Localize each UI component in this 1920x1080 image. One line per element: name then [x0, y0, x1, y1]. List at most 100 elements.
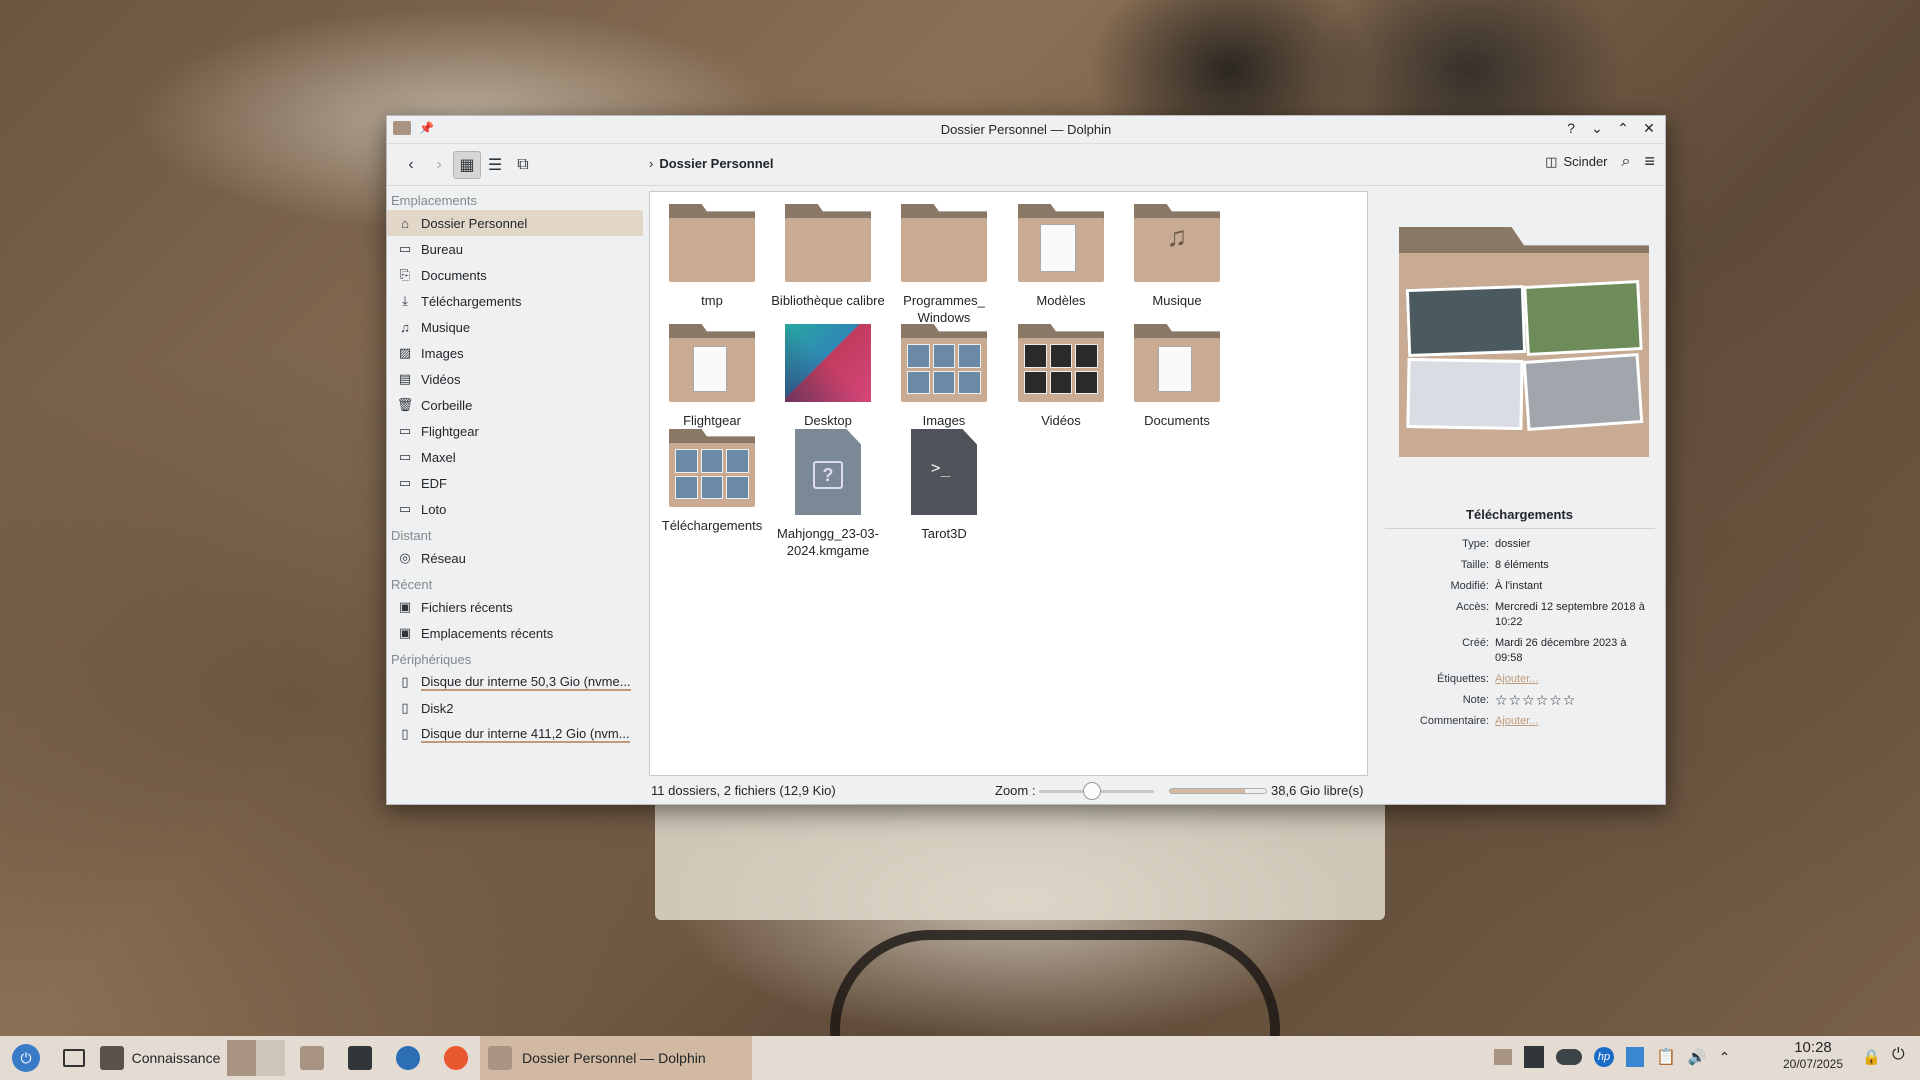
- info-value[interactable]: Ajouter...: [1495, 672, 1655, 687]
- forward-button[interactable]: ›: [425, 151, 453, 179]
- sidebar-item-label: Loto: [421, 501, 447, 517]
- folder-icon: [669, 429, 755, 507]
- rating-stars[interactable]: ☆☆☆☆☆☆: [1495, 693, 1655, 708]
- image-thumbnail: [785, 324, 871, 402]
- weather-cloud-icon[interactable]: [1556, 1049, 1582, 1065]
- sidebar-item[interactable]: ⌂ Dossier Personnel: [387, 210, 643, 236]
- info-row: Modifié: À l'instant: [1377, 579, 1662, 594]
- app-launcher-button[interactable]: ⏻: [0, 1036, 52, 1080]
- sidebar-item-label: Images: [421, 345, 464, 361]
- sidebar-item-label: Dossier Personnel: [421, 215, 528, 231]
- info-row: Type: dossier: [1377, 537, 1662, 552]
- file-item[interactable]: ♫ Musique: [1107, 204, 1247, 309]
- sidebar-item[interactable]: ▯ Disque dur interne 411,2 Gio (nvm...: [387, 721, 643, 747]
- discover-launcher[interactable]: [384, 1036, 432, 1080]
- help-icon[interactable]: ?: [1563, 120, 1579, 137]
- sidebar-item[interactable]: ▭ Flightgear: [387, 418, 643, 444]
- info-properties: Type: dossier Taille: 8 éléments Modifié: À l…: [1377, 537, 1662, 735]
- unknown-file-icon: ?: [795, 429, 861, 515]
- folder-tray-icon[interactable]: [1494, 1049, 1512, 1065]
- sidebar-item[interactable]: ⤓ Téléchargements: [387, 288, 643, 314]
- details-view-button[interactable]: ☰: [481, 151, 509, 179]
- sidebar-item[interactable]: ◎ Réseau: [387, 545, 643, 571]
- breadcrumb[interactable]: › Dossier Personnel: [649, 156, 774, 171]
- info-row: Accès: Mercredi 12 septembre 2018 à 10:22: [1377, 600, 1662, 630]
- sidebar-item[interactable]: ▯ Disque dur interne 50,3 Gio (nvme...: [387, 669, 643, 695]
- document-page-icon: [1158, 346, 1192, 392]
- search-icon[interactable]: ⌕: [1622, 153, 1631, 171]
- taskbar-item-dolphin[interactable]: Dossier Personnel — Dolphin: [480, 1036, 752, 1080]
- sidebar-item[interactable]: ⎘ Documents: [387, 262, 643, 288]
- icons-view-button[interactable]: ▦: [453, 150, 481, 179]
- info-row: Note: ☆☆☆☆☆☆: [1377, 693, 1662, 708]
- documents-icon: ⎘: [399, 267, 411, 282]
- sidebar-item[interactable]: ▨ Images: [387, 340, 643, 366]
- sidebar-item[interactable]: ▭ Bureau: [387, 236, 643, 262]
- desktop-icon: ▭: [398, 241, 412, 256]
- sidebar-item-label: Disque dur interne 50,3 Gio (nvme...: [421, 673, 631, 691]
- back-button[interactable]: ‹: [397, 151, 425, 179]
- drive-icon: ▯: [401, 700, 409, 715]
- file-item[interactable]: Documents: [1107, 324, 1247, 429]
- pin-icon[interactable]: 📌: [419, 121, 434, 135]
- folder-icon: [901, 204, 987, 282]
- lock-icon[interactable]: 🔒: [1862, 1048, 1881, 1066]
- minimize-icon[interactable]: ⌄: [1589, 120, 1605, 137]
- zoom-slider-handle[interactable]: [1083, 782, 1101, 800]
- show-desktop-button[interactable]: [52, 1036, 96, 1080]
- info-row: Taille: 8 éléments: [1377, 558, 1662, 573]
- volume-icon[interactable]: 🔊: [1688, 1048, 1707, 1066]
- info-key: Étiquettes:: [1437, 673, 1489, 685]
- bluetooth-icon[interactable]: [1626, 1047, 1644, 1067]
- settings-launcher[interactable]: [336, 1036, 384, 1080]
- power-icon[interactable]: ⏻: [1892, 1046, 1905, 1064]
- sidebar-item-label: Disk2: [421, 700, 454, 716]
- video-icon: ▤: [398, 371, 412, 386]
- dolphin-window: 📌 Dossier Personnel — Dolphin ? ⌄ ⌃ ✕ ‹ …: [386, 115, 1666, 805]
- sidebar-item[interactable]: ♫ Musique: [387, 314, 643, 340]
- drive-icon: ▯: [401, 726, 409, 741]
- connaissance-label: Connaissance: [131, 1050, 221, 1066]
- clipboard-icon[interactable]: 📋: [1656, 1047, 1676, 1067]
- maximize-icon[interactable]: ⌃: [1615, 120, 1631, 137]
- sidebar-item-label: EDF: [421, 475, 447, 491]
- information-panel: Téléchargements Type: dossier Taille: 8 élé…: [1377, 187, 1662, 777]
- taskbar-item-connaissance[interactable]: Connaissance: [96, 1036, 224, 1080]
- sidebar-item[interactable]: ▤ Vidéos: [387, 366, 643, 392]
- info-key: Accès:: [1455, 601, 1489, 613]
- tray-expand-icon[interactable]: ⌃: [1719, 1049, 1731, 1066]
- tree-view-button[interactable]: ⧉: [509, 151, 537, 179]
- sidebar-item[interactable]: 🗑 Corbeille: [387, 392, 643, 418]
- sidebar-item[interactable]: ▭ EDF: [387, 470, 643, 496]
- clock-time: 10:28: [1794, 1039, 1832, 1056]
- sidebar-item[interactable]: ▭ Loto: [387, 496, 643, 522]
- sidebar-item-label: Bureau: [421, 241, 463, 257]
- trash-icon: 🗑: [396, 397, 414, 412]
- clock[interactable]: 10:28 20/07/2025: [1770, 1040, 1856, 1072]
- file-item-label: Musique: [1152, 293, 1202, 308]
- pager-icon: [227, 1040, 285, 1076]
- sidebar-item-label: Disque dur interne 411,2 Gio (nvm...: [421, 725, 630, 743]
- document-page-icon: [693, 346, 727, 392]
- drive-icon: ▯: [401, 674, 409, 689]
- thumbnail-collage: [907, 344, 981, 394]
- folder-app-icon: [393, 121, 411, 135]
- info-value: À l'instant: [1495, 580, 1543, 592]
- calculator-icon[interactable]: [1524, 1046, 1544, 1068]
- firefox-launcher[interactable]: [432, 1036, 480, 1080]
- breadcrumb-label[interactable]: Dossier Personnel: [659, 156, 773, 171]
- virtual-desktop-pager[interactable]: [224, 1036, 288, 1080]
- folder-icon: [1018, 204, 1104, 282]
- file-item-label: Tarot3D: [921, 526, 967, 541]
- file-item[interactable]: >_ Tarot3D: [874, 429, 1014, 542]
- close-icon[interactable]: ✕: [1641, 120, 1657, 137]
- dolphin-launcher[interactable]: [288, 1036, 336, 1080]
- sidebar-item[interactable]: ▯ Disk2: [387, 695, 643, 721]
- hp-printer-icon[interactable]: hp: [1594, 1047, 1614, 1067]
- sidebar-item[interactable]: ▭ Maxel: [387, 444, 643, 470]
- hamburger-menu-icon[interactable]: ≡: [1644, 151, 1655, 172]
- sidebar-item[interactable]: ▣ Fichiers récents: [387, 594, 643, 620]
- info-value[interactable]: Ajouter...: [1495, 714, 1655, 729]
- sidebar-item[interactable]: ▣ Emplacements récents: [387, 620, 643, 646]
- split-button[interactable]: ◫ Scinder: [1545, 154, 1607, 170]
